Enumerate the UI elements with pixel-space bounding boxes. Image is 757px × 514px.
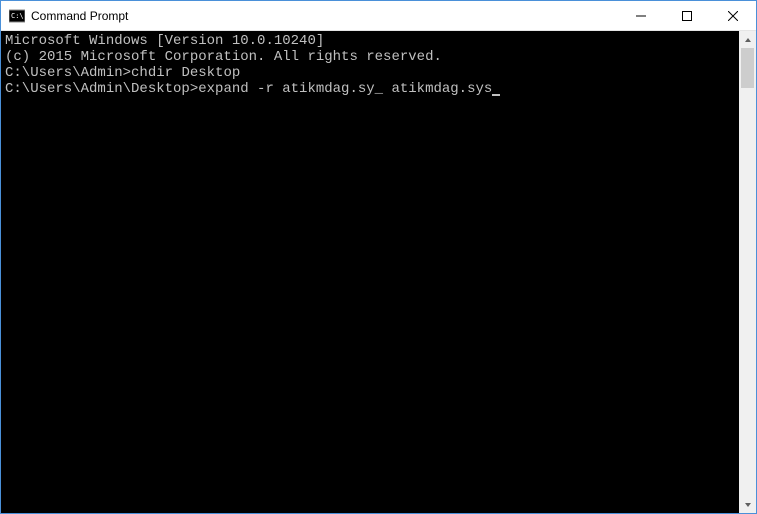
- window-title: Command Prompt: [31, 9, 618, 23]
- scroll-up-arrow[interactable]: [739, 31, 756, 48]
- close-button[interactable]: [710, 1, 756, 30]
- minimize-button[interactable]: [618, 1, 664, 30]
- prompt-line: C:\Users\Admin\Desktop>expand -r atikmda…: [5, 81, 735, 97]
- vertical-scrollbar[interactable]: [739, 31, 756, 513]
- prompt: C:\Users\Admin>: [5, 65, 131, 81]
- scroll-thumb[interactable]: [741, 48, 754, 88]
- terminal-output[interactable]: Microsoft Windows [Version 10.0.10240](c…: [1, 31, 739, 513]
- output-line: (c) 2015 Microsoft Corporation. All righ…: [5, 49, 735, 65]
- window-frame: C:\ Command Prompt Microsoft Windows [Ve…: [0, 0, 757, 514]
- command-text: expand -r atikmdag.sy_ atikmdag.sys: [198, 81, 492, 97]
- cursor: [492, 94, 500, 96]
- output-line: Microsoft Windows [Version 10.0.10240]: [5, 33, 735, 49]
- maximize-button[interactable]: [664, 1, 710, 30]
- scroll-track[interactable]: [739, 48, 756, 496]
- svg-text:C:\: C:\: [11, 12, 24, 20]
- scroll-down-arrow[interactable]: [739, 496, 756, 513]
- titlebar[interactable]: C:\ Command Prompt: [1, 1, 756, 31]
- prompt: C:\Users\Admin\Desktop>: [5, 81, 198, 97]
- prompt-line: C:\Users\Admin>chdir Desktop: [5, 65, 735, 81]
- content-area: Microsoft Windows [Version 10.0.10240](c…: [1, 31, 756, 513]
- cmd-icon: C:\: [9, 8, 25, 24]
- window-controls: [618, 1, 756, 30]
- command-text: chdir Desktop: [131, 65, 240, 81]
